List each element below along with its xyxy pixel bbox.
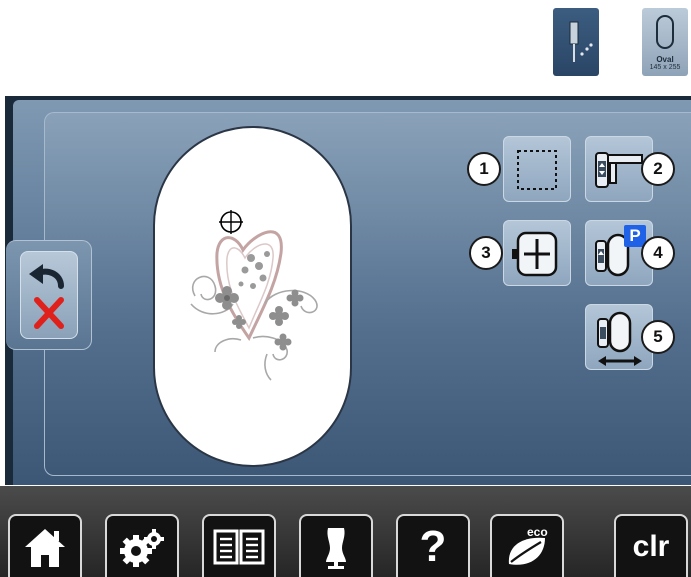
tutorial-button[interactable] <box>202 514 276 577</box>
back-cancel-panel <box>6 240 92 350</box>
eco-label: eco <box>527 524 548 539</box>
hoop-preview[interactable]: Oval 145 x 255 <box>642 8 688 76</box>
badge-1: 1 <box>467 152 501 186</box>
settings-button[interactable] <box>105 514 179 577</box>
function-button-1[interactable] <box>503 136 571 202</box>
help-icon: ? <box>419 521 447 571</box>
cancel-button[interactable] <box>20 251 78 339</box>
advisor-button[interactable] <box>299 514 373 577</box>
cancel-x-icon <box>34 297 64 329</box>
crosshair-icon <box>219 210 243 234</box>
hoop-size: 145 x 255 <box>649 64 681 71</box>
home-button[interactable] <box>8 514 82 577</box>
settings-gears-icon <box>120 528 164 567</box>
badge-3: 3 <box>469 236 503 270</box>
function-button-3[interactable] <box>503 220 571 286</box>
book-icon <box>213 529 265 564</box>
needle-position-preview[interactable] <box>553 8 599 76</box>
badge-2: 2 <box>641 152 675 186</box>
dashed-frame-icon <box>517 150 557 190</box>
hoop-center-icon <box>512 231 558 277</box>
clear-label: clr <box>632 529 670 563</box>
badge-5: 5 <box>641 320 675 354</box>
embroidery-hoop-area[interactable] <box>153 126 352 467</box>
needle-position-icon <box>569 21 593 62</box>
heart-flowers-design <box>190 210 318 381</box>
hoop-name: Oval <box>656 55 674 64</box>
dress-form-icon <box>326 527 346 569</box>
clear-button[interactable]: clr <box>614 514 688 577</box>
eco-button[interactable]: eco <box>490 514 564 577</box>
badge-4: 4 <box>641 236 675 270</box>
undo-arrow-icon <box>29 264 64 289</box>
help-button[interactable]: ? <box>396 514 470 577</box>
home-icon <box>25 528 65 567</box>
oval-hoop-icon <box>656 15 674 49</box>
